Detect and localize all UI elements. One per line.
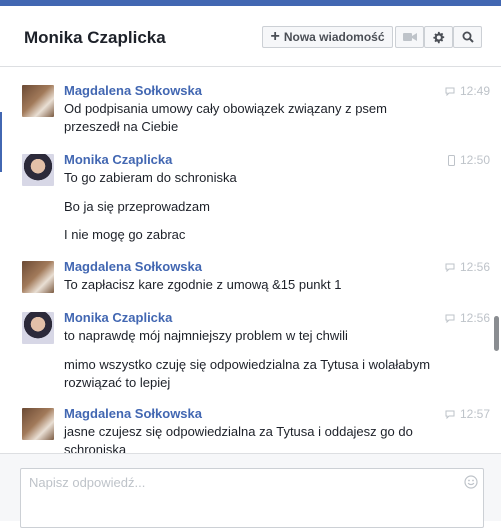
avatar[interactable] bbox=[22, 312, 54, 344]
message-thread[interactable]: Magdalena Sołkowska 12:49 Od podpisania … bbox=[0, 67, 501, 453]
chat-bubble-icon bbox=[445, 87, 455, 96]
conversation-header: Monika Czaplicka + Nowa wiadomość bbox=[0, 6, 501, 67]
message-text: to naprawdę mój najmniejszy problem w te… bbox=[64, 328, 348, 343]
sender-name[interactable]: Monika Czaplicka bbox=[64, 152, 172, 167]
new-message-label: Nowa wiadomość bbox=[283, 30, 385, 44]
video-icon bbox=[402, 33, 417, 41]
timestamp: 12:49 bbox=[445, 84, 490, 98]
sender-name[interactable]: Monika Czaplicka bbox=[64, 310, 172, 325]
timestamp-text: 12:57 bbox=[459, 407, 490, 421]
avatar[interactable] bbox=[22, 408, 54, 440]
avatar[interactable] bbox=[22, 261, 54, 293]
timestamp-text: 12:49 bbox=[459, 84, 490, 98]
timestamp-text: 12:56 bbox=[459, 311, 490, 325]
conversation-title: Monika Czaplicka bbox=[24, 28, 166, 47]
video-call-button[interactable] bbox=[395, 26, 424, 48]
message-text: I nie mogę go zabrac bbox=[64, 227, 186, 242]
emoji-icon[interactable] bbox=[464, 475, 478, 489]
gear-icon bbox=[433, 31, 445, 43]
timestamp: 12:56 bbox=[445, 260, 490, 274]
chat-bubble-icon bbox=[445, 410, 455, 419]
timestamp: 12:56 bbox=[445, 311, 490, 325]
new-message-button[interactable]: + Nowa wiadomość bbox=[262, 26, 393, 48]
search-button[interactable] bbox=[453, 26, 482, 48]
message-text: To zapłacisz kare zgodnie z umową &15 pu… bbox=[64, 277, 342, 292]
message-text: To go zabieram do schroniska bbox=[64, 170, 237, 185]
message-text: jasne czujesz się odpowiedzialna za Tytu… bbox=[64, 424, 413, 453]
composer-area bbox=[0, 453, 501, 528]
settings-button[interactable] bbox=[424, 26, 453, 48]
chat-bubble-icon bbox=[445, 314, 455, 323]
timestamp: 12:50 bbox=[447, 153, 490, 167]
message-text: Bo ja się przeprowadzam bbox=[64, 199, 210, 214]
timestamp-text: 12:56 bbox=[459, 260, 490, 274]
sender-name[interactable]: Magdalena Sołkowska bbox=[64, 259, 202, 274]
message-text: mimo wszystko czuję się odpowiedzialna z… bbox=[64, 357, 431, 390]
chat-bubble-icon bbox=[445, 263, 455, 272]
avatar[interactable] bbox=[22, 154, 54, 186]
avatar[interactable] bbox=[22, 85, 54, 117]
plus-icon: + bbox=[270, 28, 280, 45]
scrollbar-thumb[interactable] bbox=[494, 316, 499, 351]
timestamp: 12:57 bbox=[445, 407, 490, 421]
reply-input[interactable] bbox=[20, 468, 484, 528]
timestamp-text: 12:50 bbox=[459, 153, 490, 167]
message-text: Od podpisania umowy cały obowiązek związ… bbox=[64, 101, 387, 134]
search-icon bbox=[462, 31, 474, 43]
mobile-icon bbox=[447, 154, 455, 166]
sender-name[interactable]: Magdalena Sołkowska bbox=[64, 83, 202, 98]
sender-name[interactable]: Magdalena Sołkowska bbox=[64, 406, 202, 421]
